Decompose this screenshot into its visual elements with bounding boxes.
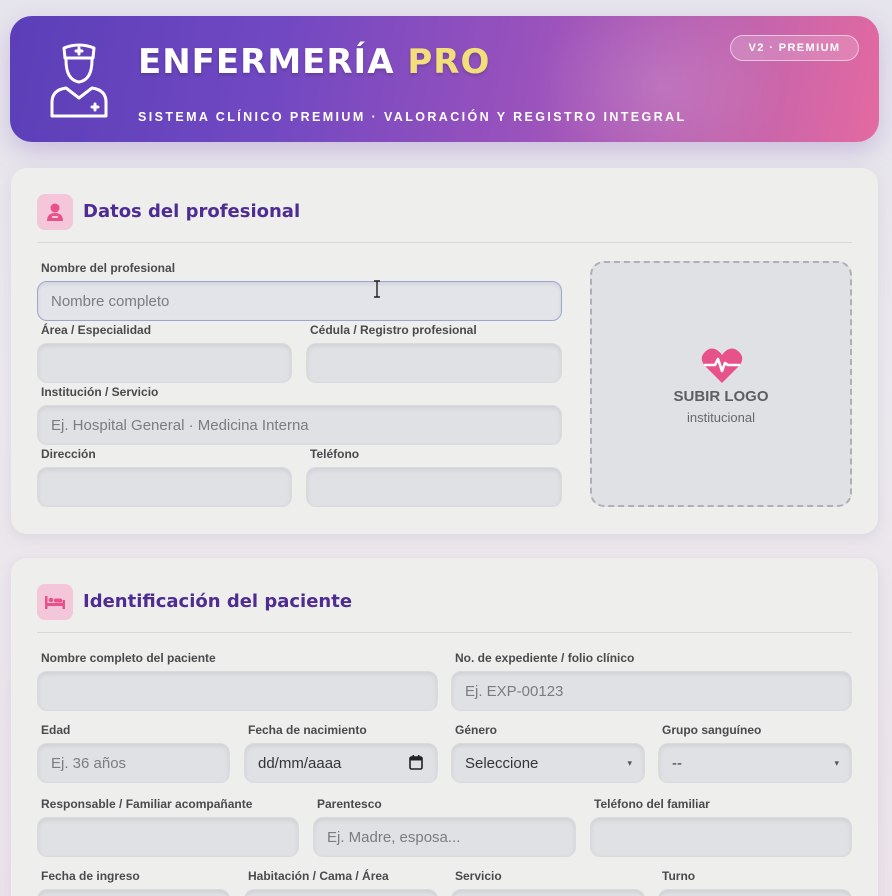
genero-label: Género <box>455 723 498 737</box>
habitacion-label: Habitación / Cama / Área <box>248 869 389 883</box>
fecha-ingreso-label: Fecha de ingreso <box>41 869 140 883</box>
institucion-label: Institución / Servicio <box>41 385 159 399</box>
grupo-sanguineo-select[interactable]: -- ▾ <box>658 743 852 783</box>
nombre-paciente-input[interactable] <box>37 671 438 711</box>
app-header: ENFERMERÍA PRO SISTEMA CLÍNICO PREMIUM ·… <box>10 16 879 142</box>
profesional-card: Datos del profesional Nombre del profesi… <box>11 168 878 534</box>
expediente-label: No. de expediente / folio clínico <box>455 651 635 665</box>
heart-pulse-icon <box>701 348 743 383</box>
app-title-accent: PRO <box>407 42 491 82</box>
profesional-title: Datos del profesional <box>83 201 301 222</box>
telefono-familiar-input[interactable] <box>590 817 852 857</box>
cedula-input[interactable] <box>306 343 562 383</box>
bed-icon <box>37 584 73 620</box>
text-cursor-icon <box>374 280 380 298</box>
paciente-divider <box>37 632 852 633</box>
turno-input[interactable] <box>658 889 852 896</box>
habitacion-input[interactable] <box>244 889 438 896</box>
edad-placeholder: Ej. 36 años <box>51 754 127 772</box>
genero-select[interactable]: Seleccione ▾ <box>451 743 645 783</box>
upload-logo-dropzone[interactable]: SUBIR LOGO institucional <box>590 261 852 507</box>
app-subtitle: SISTEMA CLÍNICO PREMIUM · VALORACIÓN Y R… <box>138 110 687 124</box>
doctor-icon <box>37 194 73 230</box>
fecha-nacimiento-input[interactable]: dd/mm/aaaa <box>244 743 438 783</box>
paciente-title: Identificación del paciente <box>83 591 353 612</box>
expediente-placeholder: Ej. EXP-00123 <box>465 682 564 700</box>
fecha-nacimiento-label: Fecha de nacimiento <box>248 723 367 737</box>
telefono-familiar-label: Teléfono del familiar <box>594 797 710 811</box>
fecha-ingreso-input[interactable] <box>37 889 230 896</box>
telefono-label: Teléfono <box>310 447 360 461</box>
responsable-input[interactable] <box>37 817 299 857</box>
direccion-input[interactable] <box>37 467 292 507</box>
institucion-placeholder: Ej. Hospital General · Medicina Interna <box>51 416 309 434</box>
edad-input[interactable]: Ej. 36 años <box>37 743 230 783</box>
turno-label: Turno <box>662 869 696 883</box>
expediente-input[interactable]: Ej. EXP-00123 <box>451 671 852 711</box>
direccion-label: Dirección <box>41 447 96 461</box>
institucion-input[interactable]: Ej. Hospital General · Medicina Interna <box>37 405 562 445</box>
parentesco-label: Parentesco <box>317 797 382 811</box>
parentesco-input[interactable]: Ej. Madre, esposa... <box>313 817 576 857</box>
cedula-label: Cédula / Registro profesional <box>310 323 477 337</box>
profesional-divider <box>37 242 852 243</box>
edad-label: Edad <box>41 723 71 737</box>
nombre-profesional-placeholder: Nombre completo <box>51 292 170 310</box>
paciente-card: Identificación del paciente Nombre compl… <box>11 558 878 896</box>
app-title-main: ENFERMERÍA <box>138 42 395 82</box>
fecha-nacimiento-value: dd/mm/aaaa <box>258 754 342 772</box>
chevron-down-icon: ▾ <box>834 757 839 768</box>
chevron-down-icon: ▾ <box>627 757 632 768</box>
servicio-input[interactable] <box>451 889 645 896</box>
nurse-icon <box>50 43 108 118</box>
upload-logo-subtitle: institucional <box>687 410 755 425</box>
parentesco-placeholder: Ej. Madre, esposa... <box>327 828 461 846</box>
grupo-sanguineo-value: -- <box>672 754 682 772</box>
area-label: Área / Especialidad <box>41 323 152 337</box>
servicio-label: Servicio <box>455 869 502 883</box>
nombre-profesional-input[interactable]: Nombre completo <box>37 281 562 321</box>
app-title: ENFERMERÍA PRO <box>138 42 490 82</box>
upload-logo-title: SUBIR LOGO <box>673 388 769 405</box>
calendar-icon[interactable] <box>409 755 423 770</box>
area-input[interactable] <box>37 343 292 383</box>
version-badge: V2 · PREMIUM <box>730 35 859 61</box>
responsable-label: Responsable / Familiar acompañante <box>41 797 253 811</box>
nombre-profesional-label: Nombre del profesional <box>41 261 176 275</box>
grupo-sanguineo-label: Grupo sanguíneo <box>662 723 762 737</box>
telefono-input[interactable] <box>306 467 562 507</box>
nombre-paciente-label: Nombre completo del paciente <box>41 651 216 665</box>
genero-value: Seleccione <box>465 754 539 772</box>
